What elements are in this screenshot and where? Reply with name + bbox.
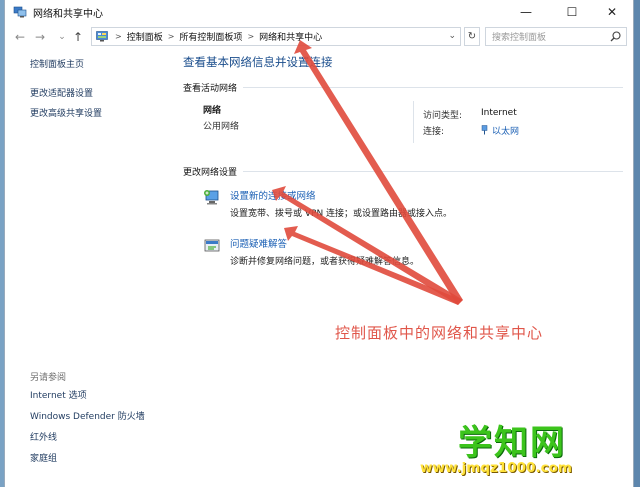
change-settings-heading: 更改网络设置	[183, 165, 623, 178]
recent-locations-icon[interactable]: ⌄	[55, 29, 69, 45]
see-also: 另请参阅 Internet 选项 Windows Defender 防火墙 红外…	[30, 370, 180, 475]
title-bar: 网络和共享中心 — ☐ ✕	[5, 0, 633, 24]
network-sharing-icon	[13, 6, 27, 18]
chevron-right-icon: >	[247, 32, 255, 41]
network-type-link[interactable]: 公用网络	[203, 119, 239, 132]
sidebar-item-adapter[interactable]: 更改适配器设置	[30, 89, 170, 100]
troubleshoot-icon	[204, 239, 220, 252]
divider	[413, 101, 414, 143]
search-placeholder: 搜索控制面板	[492, 33, 547, 43]
breadcrumb-control-panel[interactable]: 控制面板	[127, 30, 163, 43]
task-new-connection: 设置新的连接或网络 设置宽带、拨号或 VPN 连接；或设置路由器或接入点。	[183, 186, 623, 228]
ethernet-label: 以太网	[492, 127, 520, 137]
troubleshoot-link[interactable]: 问题疑难解答	[230, 236, 287, 250]
new-connection-link[interactable]: 设置新的连接或网络	[230, 188, 316, 202]
see-also-internet-options[interactable]: Internet 选项	[30, 391, 180, 402]
see-also-firewall[interactable]: Windows Defender 防火墙	[30, 412, 180, 423]
main-content: 查看基本网络信息并设置连接 查看活动网络 网络 公用网络 访问类型: Inter…	[183, 52, 623, 276]
active-networks-heading-text: 查看活动网络	[183, 84, 238, 94]
new-connection-icon	[204, 190, 219, 205]
refresh-icon[interactable]: ↻	[464, 27, 480, 46]
page-title: 查看基本网络信息并设置连接	[183, 55, 333, 69]
ethernet-link[interactable]: 以太网	[481, 124, 519, 137]
desktop-background	[634, 0, 640, 487]
close-button[interactable]: ✕	[589, 0, 635, 24]
active-network: 网络 公用网络 访问类型: Internet 连接: 以太网	[183, 101, 623, 159]
divider	[243, 87, 623, 88]
see-also-homegroup[interactable]: 家庭组	[30, 454, 180, 465]
see-also-infrared[interactable]: 红外线	[30, 433, 180, 444]
search-icon[interactable]	[610, 31, 621, 42]
control-panel-window: 网络和共享中心 — ☐ ✕ ← → ⌄ ↑ > 控制面板 > 所有控制面板项 >…	[4, 0, 634, 487]
search-input[interactable]: 搜索控制面板	[485, 27, 627, 46]
address-row: ← → ⌄ ↑ > 控制面板 > 所有控制面板项 > 网络和共享中心 ⌄ ↻ 搜…	[5, 26, 633, 48]
connections-label: 连接:	[423, 127, 445, 137]
sidebar-item-advanced-sharing[interactable]: 更改高级共享设置	[30, 109, 170, 120]
watermark-url: www.jmqz1000.com	[420, 460, 572, 476]
ethernet-icon	[481, 125, 488, 135]
troubleshoot-description: 诊断并修复网络问题，或者获得疑难解答信息。	[230, 257, 420, 267]
watermark-logo: 学知网	[458, 423, 566, 463]
active-networks-heading: 查看活动网络	[183, 81, 623, 94]
forward-arrow-icon[interactable]: →	[33, 29, 47, 45]
minimize-button[interactable]: —	[503, 0, 549, 24]
sidebar: 控制面板主页 更改适配器设置 更改高级共享设置	[30, 60, 170, 129]
network-name: 网络	[203, 106, 222, 116]
chevron-right-icon: >	[115, 32, 122, 41]
chevron-down-icon[interactable]: ⌄	[448, 31, 456, 41]
up-arrow-icon[interactable]: ↑	[71, 29, 85, 45]
back-arrow-icon[interactable]: ←	[13, 29, 27, 45]
task-troubleshoot: 问题疑难解答 诊断并修复网络问题，或者获得疑难解答信息。	[183, 234, 623, 276]
control-panel-icon	[96, 31, 108, 42]
access-type-value: Internet	[481, 108, 517, 118]
access-type-label: 访问类型:	[423, 111, 463, 121]
sidebar-item-home[interactable]: 控制面板主页	[30, 60, 170, 71]
address-bar[interactable]: > 控制面板 > 所有控制面板项 > 网络和共享中心 ⌄	[91, 27, 461, 46]
breadcrumb-all-items[interactable]: 所有控制面板项	[179, 30, 242, 43]
new-connection-description: 设置宽带、拨号或 VPN 连接；或设置路由器或接入点。	[230, 209, 453, 219]
breadcrumb-network-center[interactable]: 网络和共享中心	[259, 30, 322, 43]
chevron-right-icon: >	[167, 32, 175, 41]
divider	[243, 171, 623, 172]
see-also-heading: 另请参阅	[30, 373, 67, 383]
annotation-caption: 控制面板中的网络和共享中心	[335, 324, 544, 342]
change-settings-heading-text: 更改网络设置	[183, 168, 238, 178]
window-title: 网络和共享中心	[33, 8, 103, 20]
